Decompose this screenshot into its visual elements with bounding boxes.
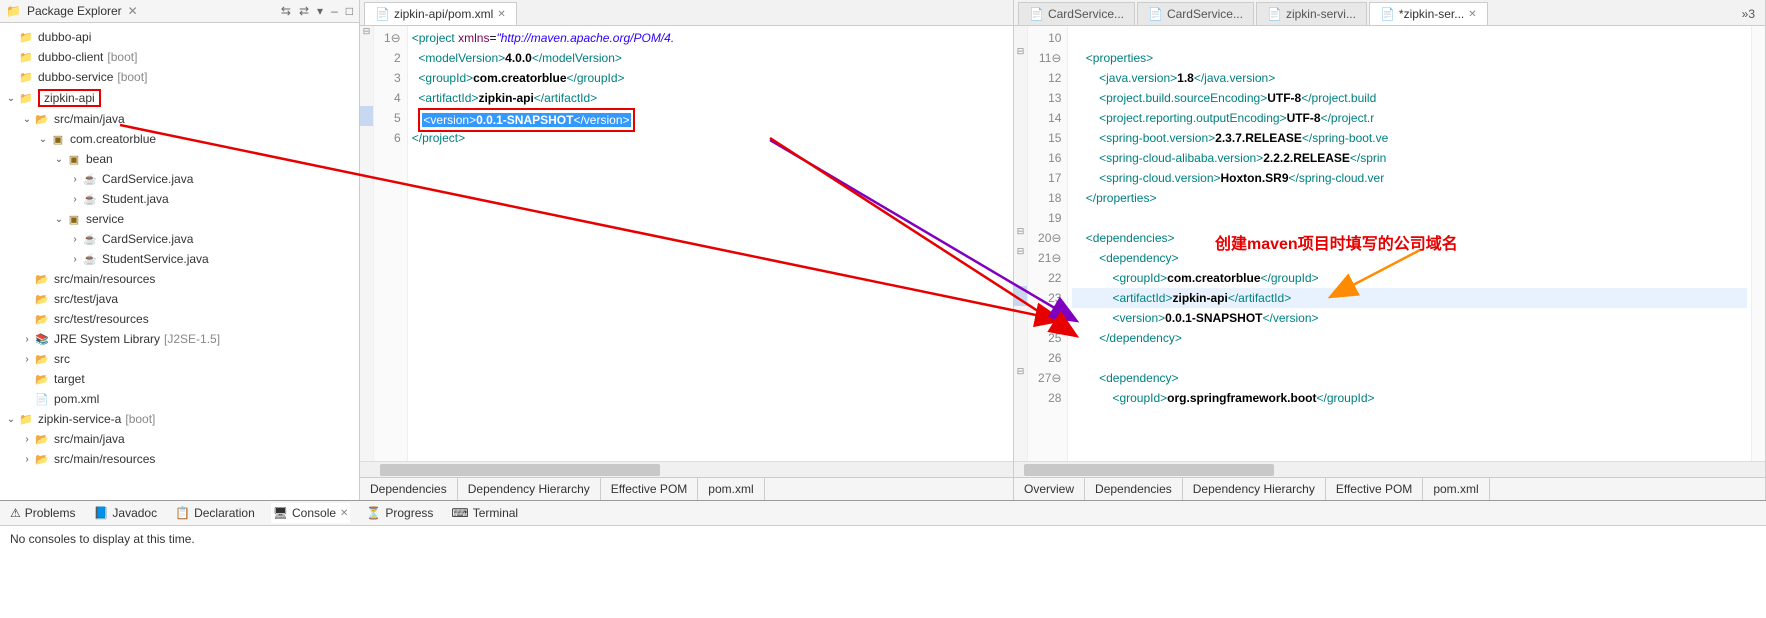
left-h-scrollbar[interactable] — [360, 461, 1013, 477]
right-editor-body[interactable]: ⊟⊟⊟⊟ 1011⊖121314151617181920⊖21⊖22232425… — [1014, 26, 1765, 461]
tab-zipkin-servi---[interactable]: 📄zipkin-servi... — [1256, 2, 1367, 25]
tree-node-pom-xml[interactable]: 📄pom.xml — [0, 389, 359, 409]
tree-node-studentservice-java[interactable]: ›☕StudentService.java — [0, 249, 359, 269]
tree-node-src-main-resources[interactable]: 📂src/main/resources — [0, 269, 359, 289]
bottom-tab-effective-pom[interactable]: Effective POM — [601, 478, 698, 500]
console-tab-console[interactable]: 🖥Console ✕ — [271, 503, 351, 523]
tree-node-src-test-resources[interactable]: 📂src/test/resources — [0, 309, 359, 329]
console-tab-declaration[interactable]: 📋Declaration — [173, 503, 257, 523]
package-explorer-view: 📁 Package Explorer ✕ ⇆ ⇄ ▾ – □ 📁dubbo-ap… — [0, 0, 360, 500]
tree-node-com-creatorblue[interactable]: ⌄▣com.creatorblue — [0, 129, 359, 149]
bottom-tab-dependencies[interactable]: Dependencies — [1085, 478, 1183, 500]
link-editor-icon[interactable]: ⇄ — [299, 4, 309, 18]
right-h-scrollbar[interactable] — [1014, 461, 1765, 477]
tree-node-src-main-java[interactable]: ›📂src/main/java — [0, 429, 359, 449]
problems-icon: ⚠ — [10, 506, 21, 520]
tree-node-bean[interactable]: ⌄▣bean — [0, 149, 359, 169]
file-icon: 📄 — [1029, 7, 1044, 21]
overview-ruler[interactable] — [1751, 26, 1765, 461]
view-menu-icon[interactable]: ▾ — [317, 4, 323, 18]
right-bottom-tabs: OverviewDependenciesDependency Hierarchy… — [1014, 477, 1765, 500]
collapse-all-icon[interactable]: ⇆ — [281, 4, 291, 18]
bottom-tab-effective-pom[interactable]: Effective POM — [1326, 478, 1423, 500]
tab-cardservice---[interactable]: 📄CardService... — [1137, 2, 1254, 25]
xml-file-icon: 📄 — [375, 7, 390, 21]
console-tab-terminal[interactable]: ⌨Terminal — [449, 503, 520, 523]
console-tab-progress[interactable]: ⏳Progress — [364, 503, 435, 523]
bottom-tab-overview[interactable]: Overview — [1014, 478, 1085, 500]
bottom-tab-dependency-hierarchy[interactable]: Dependency Hierarchy — [1183, 478, 1326, 500]
left-code[interactable]: <project xmlns="http://maven.apache.org/… — [408, 26, 1013, 461]
tree-node-service[interactable]: ⌄▣service — [0, 209, 359, 229]
file-icon: 📄 — [1267, 7, 1282, 21]
left-editor-body[interactable]: ⊟ 1⊖23456 <project xmlns="http://maven.a… — [360, 26, 1013, 461]
tree-node-dubbo-api[interactable]: 📁dubbo-api — [0, 27, 359, 47]
right-editor-tabs: 📄CardService...📄CardService...📄zipkin-se… — [1014, 0, 1765, 26]
tab-label: zipkin-api/pom.xml — [394, 7, 493, 21]
tree-node-cardservice-java[interactable]: ›☕CardService.java — [0, 229, 359, 249]
package-explorer-title: Package Explorer — [27, 4, 122, 18]
right-gutter: 1011⊖121314151617181920⊖21⊖222324252627⊖… — [1028, 26, 1068, 461]
close-tab-icon[interactable]: ✕ — [497, 9, 505, 20]
tree-node-src-test-java[interactable]: 📂src/test/java — [0, 289, 359, 309]
minimize-icon[interactable]: – — [331, 4, 338, 18]
tab-overflow[interactable]: »3 — [1736, 3, 1761, 25]
file-icon: 📄 — [1380, 7, 1395, 21]
right-code[interactable]: <properties> <java.version>1.8</java.ver… — [1068, 26, 1751, 461]
tab-cardservice---[interactable]: 📄CardService... — [1018, 2, 1135, 25]
tree-node-src-main-java[interactable]: ⌄📂src/main/java — [0, 109, 359, 129]
left-bottom-tabs: DependenciesDependency HierarchyEffectiv… — [360, 477, 1013, 500]
tree-node-cardservice-java[interactable]: ›☕CardService.java — [0, 169, 359, 189]
folder-icon: 📁 — [6, 4, 21, 18]
console-icon: 🖥 — [273, 506, 288, 520]
bottom-tab-dependencies[interactable]: Dependencies — [360, 478, 458, 500]
left-gutter: 1⊖23456 — [374, 26, 408, 461]
file-icon: 📄 — [1148, 7, 1163, 21]
tab-zipkin-api-pom[interactable]: 📄 zipkin-api/pom.xml ✕ — [364, 2, 517, 25]
left-editor-pane: 📄 zipkin-api/pom.xml ✕ ⊟ 1⊖23456 <projec… — [360, 0, 1014, 500]
close-tab-icon[interactable]: ✕ — [1468, 9, 1476, 20]
javadoc-icon: 📘 — [93, 506, 108, 520]
console-area: ⚠Problems 📘Javadoc 📋Declaration 🖥Console ✕ ⏳… — [0, 500, 1766, 552]
tab--zipkin-ser---[interactable]: 📄*zipkin-ser...✕ — [1369, 2, 1488, 25]
console-tab-problems[interactable]: ⚠Problems — [8, 503, 77, 523]
console-tabs: ⚠Problems 📘Javadoc 📋Declaration 🖥Console ✕ ⏳… — [0, 501, 1766, 526]
tree-node-zipkin-service-a[interactable]: ⌄📁zipkin-service-a[boot] — [0, 409, 359, 429]
tree-node-src-main-resources[interactable]: ›📂src/main/resources — [0, 449, 359, 469]
close-icon[interactable]: ✕ — [340, 508, 348, 519]
bottom-tab-dependency-hierarchy[interactable]: Dependency Hierarchy — [458, 478, 601, 500]
bottom-tab-pom.xml[interactable]: pom.xml — [698, 478, 764, 500]
tree-node-dubbo-client[interactable]: 📁dubbo-client[boot] — [0, 47, 359, 67]
left-editor-tabs: 📄 zipkin-api/pom.xml ✕ — [360, 0, 1013, 26]
package-explorer-header: 📁 Package Explorer ✕ ⇆ ⇄ ▾ – □ — [0, 0, 359, 23]
tree-node-dubbo-service[interactable]: 📁dubbo-service[boot] — [0, 67, 359, 87]
tree-node-src[interactable]: ›📂src — [0, 349, 359, 369]
maximize-icon[interactable]: □ — [346, 4, 353, 18]
tree-node-student-java[interactable]: ›☕Student.java — [0, 189, 359, 209]
close-view-icon[interactable]: ✕ — [128, 4, 138, 18]
tree-node-jre-system-library[interactable]: ›📚JRE System Library[J2SE-1.5] — [0, 329, 359, 349]
package-explorer-tree[interactable]: 📁dubbo-api📁dubbo-client[boot]📁dubbo-serv… — [0, 23, 359, 500]
progress-icon: ⏳ — [366, 506, 381, 520]
terminal-icon: ⌨ — [451, 506, 468, 520]
right-editor-pane: 📄CardService...📄CardService...📄zipkin-se… — [1014, 0, 1766, 500]
console-body: No consoles to display at this time. — [0, 526, 1766, 552]
tree-node-target[interactable]: 📂target — [0, 369, 359, 389]
console-tab-javadoc[interactable]: 📘Javadoc — [91, 503, 159, 523]
tree-node-zipkin-api[interactable]: ⌄📁zipkin-api — [0, 87, 359, 109]
declaration-icon: 📋 — [175, 506, 190, 520]
bottom-tab-pom.xml[interactable]: pom.xml — [1423, 478, 1489, 500]
